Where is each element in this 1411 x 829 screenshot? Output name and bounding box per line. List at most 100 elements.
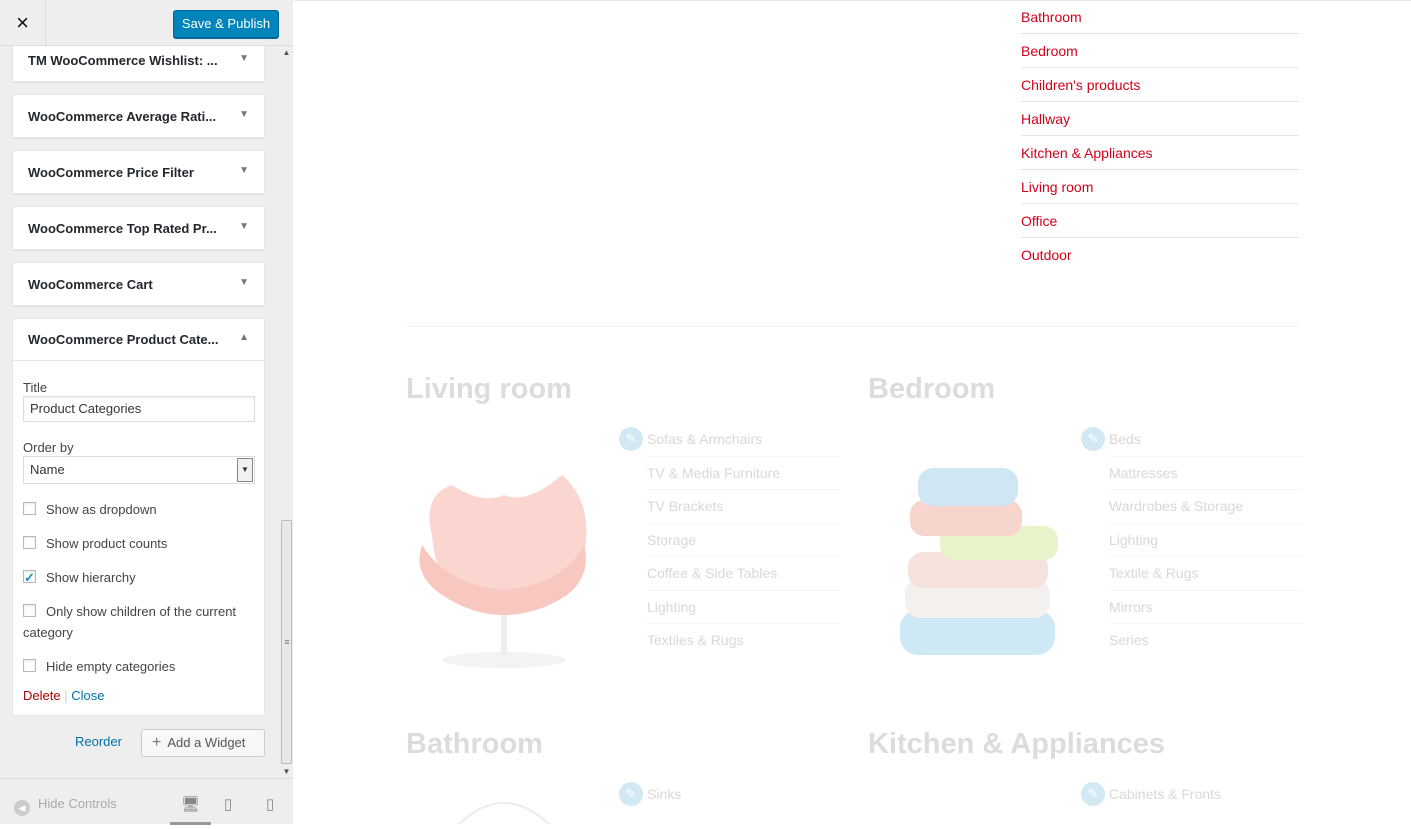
section-title[interactable]: Bedroom: [868, 373, 995, 406]
caret-up-icon[interactable]: ▲: [239, 332, 249, 343]
widget-actions: Delete | Close: [23, 688, 104, 703]
checkbox-row-hide-empty: Hide empty categories: [23, 656, 255, 677]
widget-title: TM WooCommerce Wishlist: ...: [28, 53, 218, 68]
hide-controls-label: Hide Controls: [38, 796, 117, 811]
category-link[interactable]: Children's products: [1021, 68, 1299, 102]
checkbox-row-counts: Show product counts: [23, 533, 255, 554]
add-widget-button[interactable]: + Add a Widget: [141, 729, 265, 757]
checkbox-row-children: Only show children of the current catego…: [23, 601, 255, 643]
subcategory-link[interactable]: Series: [1109, 624, 1302, 658]
caret-down-icon[interactable]: ▼: [239, 53, 249, 64]
subcategory-link[interactable]: Coffee & Side Tables: [647, 557, 840, 591]
sink-image[interactable]: [454, 792, 554, 829]
subcategory-link[interactable]: Mattresses: [1109, 457, 1302, 490]
widget-title: WooCommerce Product Cate...: [28, 332, 219, 347]
hide-empty-checkbox[interactable]: [23, 659, 36, 672]
category-link[interactable]: Office: [1021, 204, 1299, 238]
widget-title: WooCommerce Cart: [28, 277, 153, 292]
widget-price-filter[interactable]: WooCommerce Price Filter ▼: [12, 150, 265, 194]
subcategory-link[interactable]: Textiles & Rugs: [647, 624, 840, 658]
subcategory-link[interactable]: TV Brackets: [647, 490, 840, 524]
category-link[interactable]: Hallway: [1021, 102, 1299, 136]
order-by-select[interactable]: Name ▼: [23, 456, 255, 484]
subcategory-link[interactable]: Lighting: [647, 591, 840, 624]
caret-down-icon[interactable]: ▼: [239, 221, 249, 232]
subcategory-list: Beds Mattresses Wardrobes & Storage Ligh…: [1109, 423, 1302, 658]
save-publish-button[interactable]: Save & Publish: [173, 10, 279, 38]
close-link[interactable]: Close: [71, 688, 104, 703]
section-title[interactable]: Bathroom: [406, 728, 543, 761]
section-divider: [406, 326, 1299, 327]
subcategory-list: Sofas & Armchairs TV & Media Furniture T…: [647, 423, 840, 658]
section-title[interactable]: Living room: [406, 373, 572, 406]
widget-title: WooCommerce Average Rati...: [28, 109, 217, 124]
widget-header[interactable]: WooCommerce Product Cate... ▲: [13, 319, 264, 361]
product-categories-list: Bathroom Bedroom Children's products Hal…: [1021, 0, 1299, 272]
show-hierarchy-checkbox[interactable]: [23, 567, 36, 588]
subcategory-list: Sinks: [647, 778, 840, 812]
category-link[interactable]: Bathroom: [1021, 0, 1299, 34]
category-link[interactable]: Bedroom: [1021, 34, 1299, 68]
show-counts-checkbox[interactable]: [23, 536, 36, 549]
scrollbar-thumb[interactable]: ≡: [281, 520, 292, 764]
subcategory-link[interactable]: Storage: [647, 524, 840, 557]
edit-pencil-icon[interactable]: ✎: [1081, 782, 1105, 806]
site-preview: Bathroom Bedroom Children's products Hal…: [294, 0, 1411, 825]
category-link[interactable]: Kitchen & Appliances: [1021, 136, 1299, 170]
add-widget-label: Add a Widget: [167, 735, 246, 750]
subcategory-link[interactable]: Textile & Rugs: [1109, 557, 1302, 591]
grip-icon: ≡: [284, 637, 290, 647]
widget-wishlist[interactable]: TM WooCommerce Wishlist: ... ▼: [12, 46, 265, 82]
edit-pencil-icon[interactable]: ✎: [1081, 427, 1105, 451]
customizer-sidebar: × Save & Publish TM WooCommerce Wishlist…: [0, 0, 293, 825]
customizer-footer: ◀ Hide Controls 🖥 ▯ ▯: [0, 778, 293, 825]
title-label: Title: [23, 380, 48, 395]
category-link[interactable]: Outdoor: [1021, 238, 1299, 272]
widget-top-rated[interactable]: WooCommerce Top Rated Pr... ▼: [12, 206, 265, 250]
widget-title: WooCommerce Price Filter: [28, 165, 194, 180]
widget-product-categories: WooCommerce Product Cate... ▲ Title Prod…: [12, 318, 265, 716]
delete-link[interactable]: Delete: [23, 688, 61, 703]
subcategory-link[interactable]: Mirrors: [1109, 591, 1302, 624]
order-by-label: Order by: [23, 440, 74, 455]
checkbox-row-dropdown: Show as dropdown: [23, 499, 255, 520]
category-link[interactable]: Living room: [1021, 170, 1299, 204]
caret-down-icon[interactable]: ▼: [239, 165, 249, 176]
title-input[interactable]: Product Categories: [23, 396, 255, 422]
checkbox-row-hierarchy: Show hierarchy: [23, 567, 255, 588]
scroll-up-icon[interactable]: ▲: [280, 48, 293, 57]
subcategory-link[interactable]: Sinks: [647, 778, 840, 812]
scroll-down-icon[interactable]: ▼: [280, 767, 293, 776]
caret-down-icon[interactable]: ▼: [239, 109, 249, 120]
subcategory-link[interactable]: Cabinets & Fronts: [1109, 778, 1302, 812]
edit-pencil-icon[interactable]: ✎: [619, 427, 643, 451]
dropdown-arrow-icon[interactable]: ▼: [237, 458, 253, 482]
sidebar-scrollbar[interactable]: ▲ ≡ ▼: [280, 46, 293, 778]
subcategory-link[interactable]: TV & Media Furniture: [647, 457, 840, 490]
tablet-preview-icon[interactable]: ▯: [224, 795, 232, 813]
widget-average-rating[interactable]: WooCommerce Average Rati... ▼: [12, 94, 265, 138]
order-by-value: Name: [30, 462, 65, 477]
desktop-preview-icon[interactable]: 🖥: [181, 795, 200, 813]
only-children-checkbox[interactable]: [23, 604, 36, 617]
checkbox-label: Only show children of the current catego…: [23, 604, 237, 640]
checkbox-label: Hide empty categories: [46, 659, 176, 674]
close-icon[interactable]: ×: [0, 0, 46, 46]
checkbox-label: Show as dropdown: [46, 502, 157, 517]
customizer-header: × Save & Publish: [0, 0, 293, 46]
pillows-image[interactable]: [890, 460, 1060, 675]
widget-cart[interactable]: WooCommerce Cart ▼: [12, 262, 265, 306]
widget-title: WooCommerce Top Rated Pr...: [28, 221, 217, 236]
edit-pencil-icon[interactable]: ✎: [619, 782, 643, 806]
hide-controls-button[interactable]: ◀ Hide Controls: [14, 796, 117, 816]
subcategory-link[interactable]: Beds: [1109, 423, 1302, 457]
section-title[interactable]: Kitchen & Appliances: [868, 728, 1165, 761]
reorder-link[interactable]: Reorder: [75, 734, 122, 749]
subcategory-link[interactable]: Lighting: [1109, 524, 1302, 557]
armchair-image[interactable]: [412, 465, 597, 675]
mobile-preview-icon[interactable]: ▯: [266, 795, 274, 813]
subcategory-link[interactable]: Sofas & Armchairs: [647, 423, 840, 457]
subcategory-link[interactable]: Wardrobes & Storage: [1109, 490, 1302, 524]
show-dropdown-checkbox[interactable]: [23, 502, 36, 515]
caret-down-icon[interactable]: ▼: [239, 277, 249, 288]
